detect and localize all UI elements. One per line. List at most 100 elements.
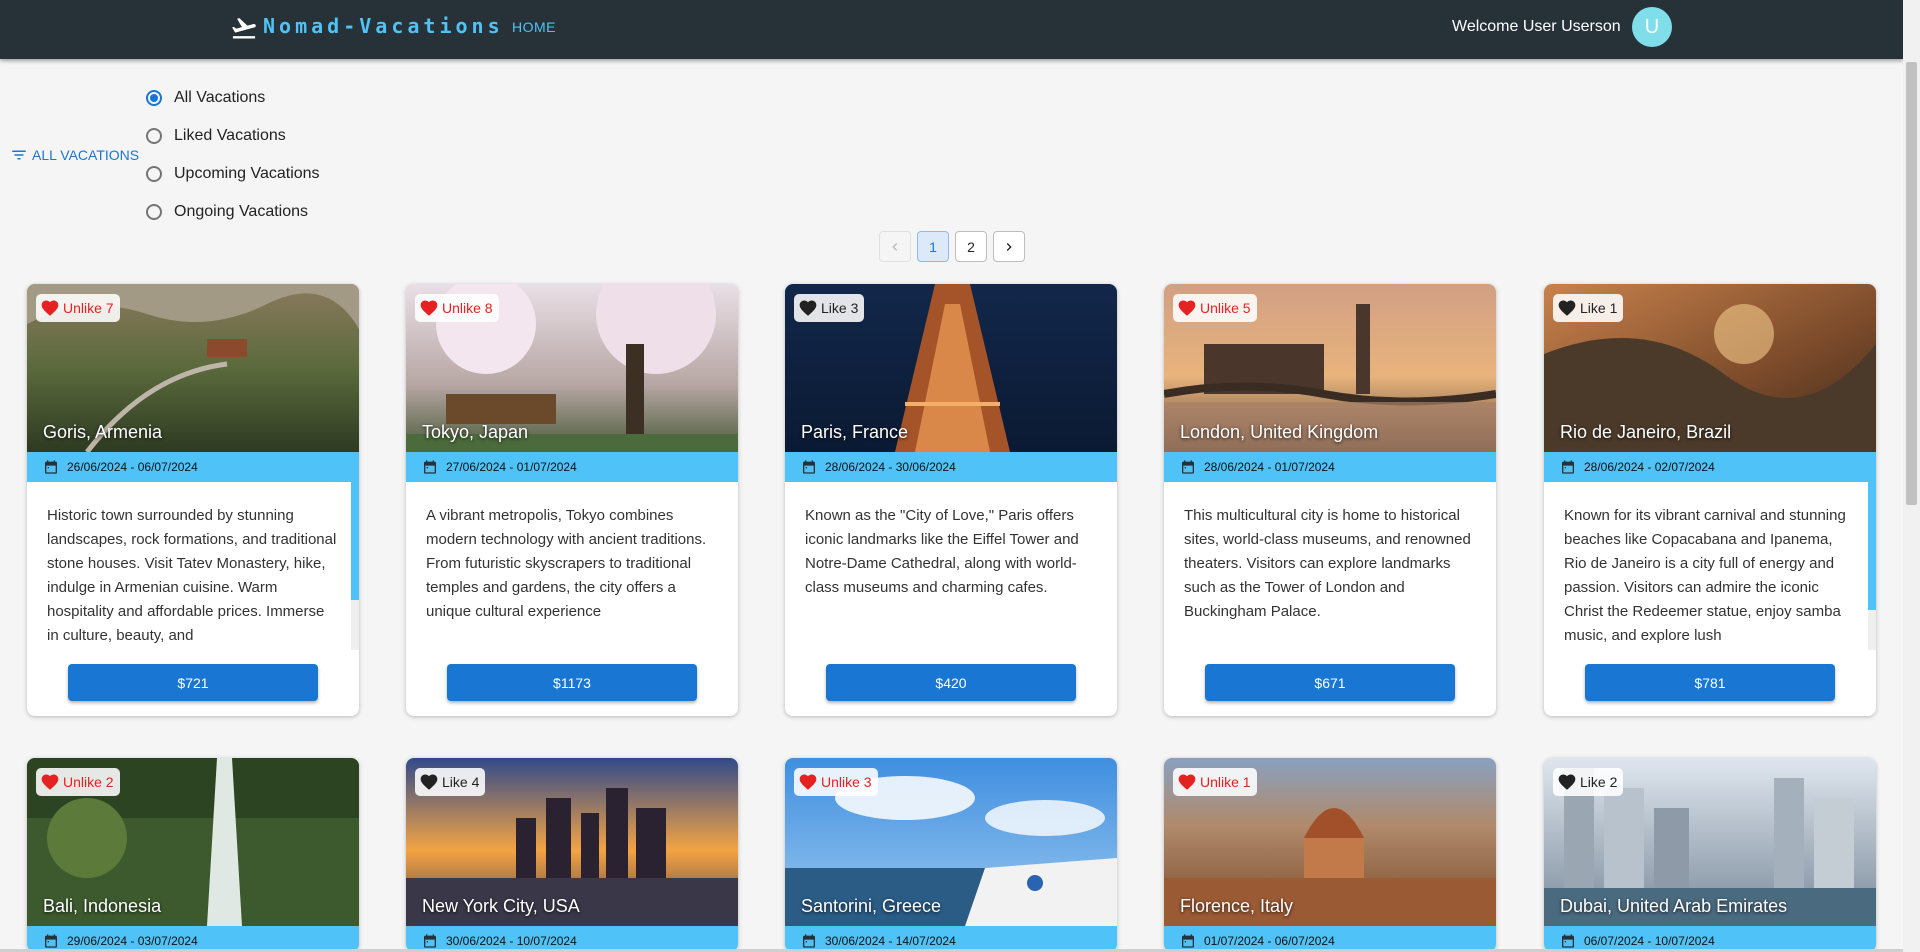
date-range-text: 30/06/2024 - 14/07/2024	[825, 934, 956, 948]
like-button[interactable]: Like 4	[415, 768, 486, 796]
date-range-text: 01/07/2024 - 06/07/2024	[1204, 934, 1335, 948]
home-link[interactable]: HOME	[512, 19, 556, 35]
radio-ongoing-vacations[interactable]: Ongoing Vacations	[146, 203, 308, 221]
filter-button-label: ALL VACATIONS	[32, 147, 140, 163]
radio-label: Liked Vacations	[174, 127, 286, 144]
page-button-1[interactable]: 1	[917, 231, 949, 262]
like-button[interactable]: Unlike 7	[36, 294, 120, 322]
radio-upcoming-vacations[interactable]: Upcoming Vacations	[146, 165, 320, 183]
vacation-description: Historic town surrounded by stunning lan…	[47, 507, 337, 644]
vacation-card: Unlike 5 London, United Kingdom 28/06/20…	[1164, 284, 1496, 716]
heart-filled-icon	[41, 774, 59, 790]
like-label: Like 2	[1580, 774, 1618, 790]
vacation-card: Like 3 Paris, France 28/06/2024 - 30/06/…	[785, 284, 1117, 716]
description-scrollbar[interactable]	[1868, 482, 1876, 650]
filter-list-icon	[12, 150, 26, 160]
next-page-button[interactable]	[993, 231, 1025, 262]
page-scrollbar-thumb[interactable]	[1906, 62, 1917, 505]
chevron-right-icon	[1006, 242, 1012, 251]
vacation-title: Tokyo, Japan	[422, 422, 529, 442]
like-button[interactable]: Unlike 8	[415, 294, 499, 322]
date-range-text: 29/06/2024 - 03/07/2024	[67, 934, 198, 948]
price-button[interactable]: $721	[68, 664, 318, 701]
date-range-text: 06/07/2024 - 10/07/2024	[1584, 934, 1715, 948]
like-button[interactable]: Like 1	[1553, 294, 1624, 322]
pagination: 1 2	[879, 231, 1025, 262]
vacation-title: London, United Kingdom	[1180, 422, 1379, 442]
like-label: Like 3	[821, 300, 859, 316]
like-button[interactable]: Like 2	[1553, 768, 1624, 796]
heart-filled-icon	[1558, 774, 1576, 790]
calendar-icon	[424, 934, 436, 948]
vacation-card: Unlike 3 Santorini, Greece 30/06/2024 - …	[785, 758, 1117, 952]
calendar-icon	[1182, 460, 1194, 474]
radio-unchecked-icon[interactable]	[146, 204, 162, 220]
radio-unchecked-icon[interactable]	[146, 128, 162, 144]
calendar-icon	[803, 934, 815, 948]
calendar-icon	[1562, 460, 1574, 474]
vacation-title: Bali, Indonesia	[43, 896, 162, 916]
radio-checked-icon[interactable]	[146, 90, 162, 106]
top-app-bar: Nomad-Vacations HOME Welcome User Userso…	[0, 0, 1903, 59]
vacation-title: Rio de Janeiro, Brazil	[1560, 422, 1732, 442]
like-button[interactable]: Like 3	[794, 294, 865, 322]
like-label: Unlike 1	[1200, 774, 1251, 790]
vacation-card: Unlike 1 Florence, Italy 01/07/2024 - 06…	[1164, 758, 1496, 952]
avatar[interactable]: U	[1632, 7, 1672, 47]
airplane-takeoff-icon	[232, 18, 256, 39]
vacation-title: Florence, Italy	[1180, 896, 1294, 916]
chevron-left-icon	[892, 242, 898, 251]
like-label: Unlike 2	[63, 774, 114, 790]
heart-filled-icon	[1178, 774, 1196, 790]
filter-button[interactable]: ALL VACATIONS	[10, 146, 139, 164]
date-range: 28/06/2024 - 01/07/2024	[1164, 452, 1496, 482]
radio-all-vacations[interactable]: All Vacations	[146, 89, 265, 107]
calendar-icon	[45, 934, 57, 948]
price-button[interactable]: $420	[826, 664, 1076, 701]
vacation-card: Unlike 7 Goris, Armenia 26/06/2024 - 06/…	[27, 284, 359, 716]
price-button[interactable]: $671	[1205, 664, 1455, 701]
vacation-title: New York City, USA	[422, 896, 580, 916]
radio-unchecked-icon[interactable]	[146, 166, 162, 182]
description-scrollbar[interactable]	[351, 482, 359, 650]
like-button[interactable]: Unlike 2	[36, 768, 120, 796]
date-range: 27/06/2024 - 01/07/2024	[406, 452, 738, 482]
like-button[interactable]: Unlike 5	[1173, 294, 1257, 322]
price-button[interactable]: $781	[1585, 664, 1835, 701]
vacation-card: Like 4 New York City, USA 30/06/2024 - 1…	[406, 758, 738, 952]
calendar-icon	[1562, 934, 1574, 948]
like-label: Like 4	[442, 774, 480, 790]
date-range: 26/06/2024 - 06/07/2024	[27, 452, 359, 482]
date-range-text: 30/06/2024 - 10/07/2024	[446, 934, 577, 948]
date-range-text: 28/06/2024 - 02/07/2024	[1584, 460, 1715, 474]
heart-filled-icon	[799, 300, 817, 316]
radio-liked-vacations[interactable]: Liked Vacations	[146, 127, 286, 145]
heart-filled-icon	[420, 300, 438, 316]
like-label: Unlike 7	[63, 300, 114, 316]
like-button[interactable]: Unlike 1	[1173, 768, 1257, 796]
vacation-description: A vibrant metropolis, Tokyo combines mod…	[426, 507, 707, 620]
brand-title[interactable]: Nomad-Vacations	[263, 14, 504, 38]
heart-filled-icon	[799, 774, 817, 790]
calendar-icon	[424, 460, 436, 474]
vacation-description: Known for its vibrant carnival and stunn…	[1564, 507, 1846, 644]
date-range-text: 26/06/2024 - 06/07/2024	[67, 460, 198, 474]
page-button-2[interactable]: 2	[955, 231, 987, 262]
calendar-icon	[1182, 934, 1194, 948]
like-label: Unlike 5	[1200, 300, 1251, 316]
like-button[interactable]: Unlike 3	[794, 768, 878, 796]
radio-label: Ongoing Vacations	[174, 203, 309, 220]
date-range-text: 27/06/2024 - 01/07/2024	[446, 460, 577, 474]
previous-page-button[interactable]	[879, 231, 911, 262]
heart-filled-icon	[420, 774, 438, 790]
page-scrollbar[interactable]	[1903, 0, 1920, 952]
like-label: Unlike 3	[821, 774, 872, 790]
date-range: 28/06/2024 - 02/07/2024	[1544, 452, 1876, 482]
calendar-icon	[803, 460, 815, 474]
heart-filled-icon	[1558, 300, 1576, 316]
date-range: 28/06/2024 - 30/06/2024	[785, 452, 1117, 482]
heart-filled-icon	[41, 300, 59, 316]
vacation-title: Dubai, United Arab Emirates	[1560, 896, 1788, 916]
price-button[interactable]: $1173	[447, 664, 697, 701]
date-range-text: 28/06/2024 - 01/07/2024	[1204, 460, 1335, 474]
